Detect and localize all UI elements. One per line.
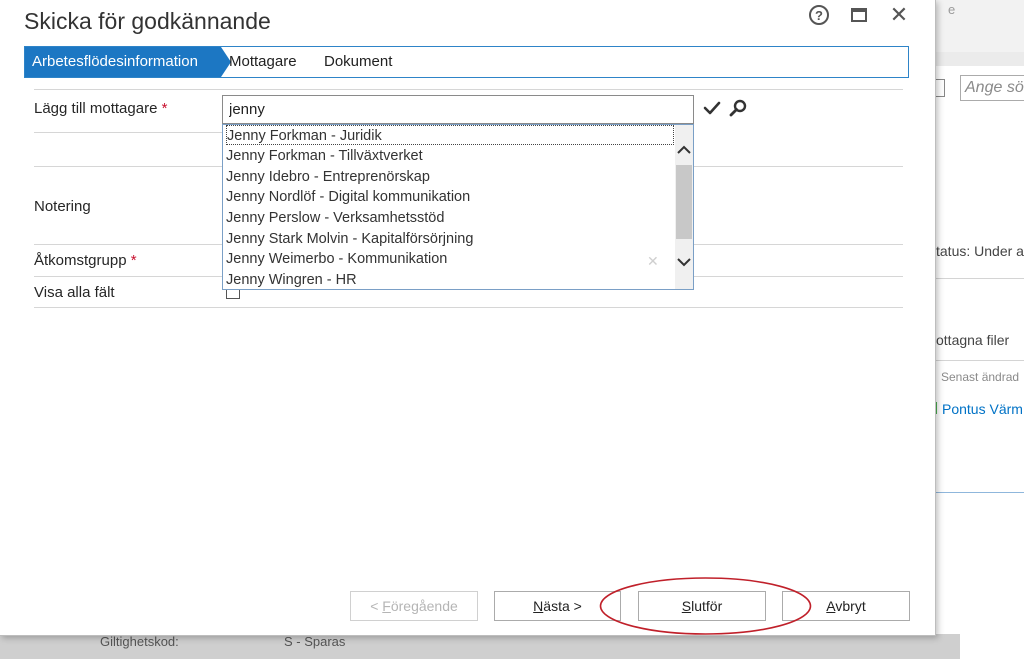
form-divider bbox=[34, 132, 224, 133]
suggestion-item[interactable]: Jenny Idebro - Entreprenörskap bbox=[226, 167, 674, 187]
help-icon[interactable]: ? bbox=[808, 4, 830, 26]
background-divider bbox=[936, 492, 1024, 493]
close-icon[interactable]: ✕ bbox=[888, 2, 910, 27]
background-footer: Giltighetskod: S - Sparas bbox=[0, 634, 960, 659]
background-divider bbox=[936, 360, 1024, 361]
background-person-link[interactable]: Pontus Värm bbox=[942, 401, 1023, 417]
wizard-tabs: Arbetesflödesinformation Mottagare Dokum… bbox=[24, 46, 909, 78]
tab-recipients[interactable]: Mottagare bbox=[229, 47, 297, 77]
suggestion-item[interactable]: Jenny Forkman - Juridik bbox=[226, 125, 674, 145]
background-top-text: e bbox=[948, 2, 956, 17]
background-last-changed: Senast ändrad bbox=[941, 370, 1020, 384]
tab-documents[interactable]: Dokument bbox=[324, 47, 392, 77]
required-marker: * bbox=[130, 252, 137, 269]
form-divider bbox=[34, 307, 903, 308]
dialog-title: Skicka för godkännande bbox=[24, 8, 271, 34]
background-footer-value: S - Sparas bbox=[284, 634, 346, 649]
required-marker: * bbox=[161, 100, 168, 117]
background-search-input[interactable]: Ange sö bbox=[960, 75, 1024, 101]
cancel-button-label: vbryt bbox=[835, 598, 866, 614]
access-group-label: Åtkomstgrupp * bbox=[34, 252, 137, 269]
chevron-up-icon-svg bbox=[677, 145, 691, 154]
send-for-approval-dialog: Skicka för godkännande ? ✕ Arbetesflödes… bbox=[0, 0, 936, 636]
add-recipient-label-text: Lägg till mottagare bbox=[34, 100, 158, 117]
suggestion-item[interactable]: Jenny Perslow - Verksamhetsstöd bbox=[226, 208, 674, 228]
help-icon-glyph: ? bbox=[809, 5, 829, 25]
next-button-accesskey: N bbox=[533, 598, 544, 614]
suggestions-scrollbar[interactable] bbox=[675, 125, 693, 289]
form-divider bbox=[34, 89, 903, 90]
background-band bbox=[936, 52, 1024, 66]
previous-button-label: öregående bbox=[390, 598, 458, 614]
highlight-ellipse bbox=[599, 577, 812, 635]
background-footer-label: Giltighetskod: bbox=[100, 634, 179, 649]
suggestion-item[interactable]: Jenny Wingren - HR bbox=[226, 270, 674, 289]
background-search-placeholder: Ange sö bbox=[965, 79, 1024, 96]
background-status-text: tatus: Under a bbox=[936, 243, 1024, 259]
chevron-up-icon[interactable] bbox=[675, 139, 693, 161]
suggestion-item[interactable]: Jenny Weimerbo - Kommunikation bbox=[226, 249, 674, 269]
background-divider bbox=[936, 278, 1024, 279]
maximize-icon[interactable] bbox=[848, 4, 870, 26]
recipient-search-input[interactable] bbox=[222, 95, 694, 124]
chevron-down-icon[interactable] bbox=[675, 251, 693, 273]
suggestion-item[interactable]: Jenny Nordlöf - Digital kommunikation bbox=[226, 187, 674, 207]
previous-button-accesskey: F bbox=[382, 598, 391, 614]
scrollbar-thumb[interactable] bbox=[676, 165, 692, 239]
tab-workflow-info[interactable]: Arbetesflödesinformation bbox=[25, 47, 221, 77]
previous-button-prefix: < bbox=[370, 598, 383, 614]
clear-icon[interactable]: ✕ bbox=[647, 253, 659, 270]
access-group-label-text: Åtkomstgrupp bbox=[34, 252, 127, 269]
recipient-suggestions-list: Jenny Forkman - Juridik Jenny Forkman - … bbox=[222, 124, 694, 290]
suggestion-item[interactable]: Jenny Forkman - Tillväxtverket bbox=[226, 146, 674, 166]
show-all-fields-label: Visa alla fält bbox=[34, 284, 115, 301]
next-button-label: ästa > bbox=[543, 598, 582, 614]
maximize-icon-box bbox=[851, 8, 867, 22]
previous-button[interactable]: < Föregående bbox=[350, 591, 478, 621]
background-files-heading: ottagna filer bbox=[936, 332, 1010, 348]
check-icon[interactable] bbox=[702, 98, 722, 118]
background-top-strip: e bbox=[936, 0, 1024, 52]
note-label: Notering bbox=[34, 198, 91, 215]
cancel-button-accesskey: A bbox=[826, 598, 836, 614]
suggestion-item[interactable]: Jenny Stark Molvin - Kapitalförsörjning bbox=[226, 229, 674, 249]
add-recipient-label: Lägg till mottagare * bbox=[34, 100, 167, 117]
search-icon[interactable] bbox=[728, 98, 748, 118]
chevron-down-icon-svg bbox=[677, 258, 691, 267]
